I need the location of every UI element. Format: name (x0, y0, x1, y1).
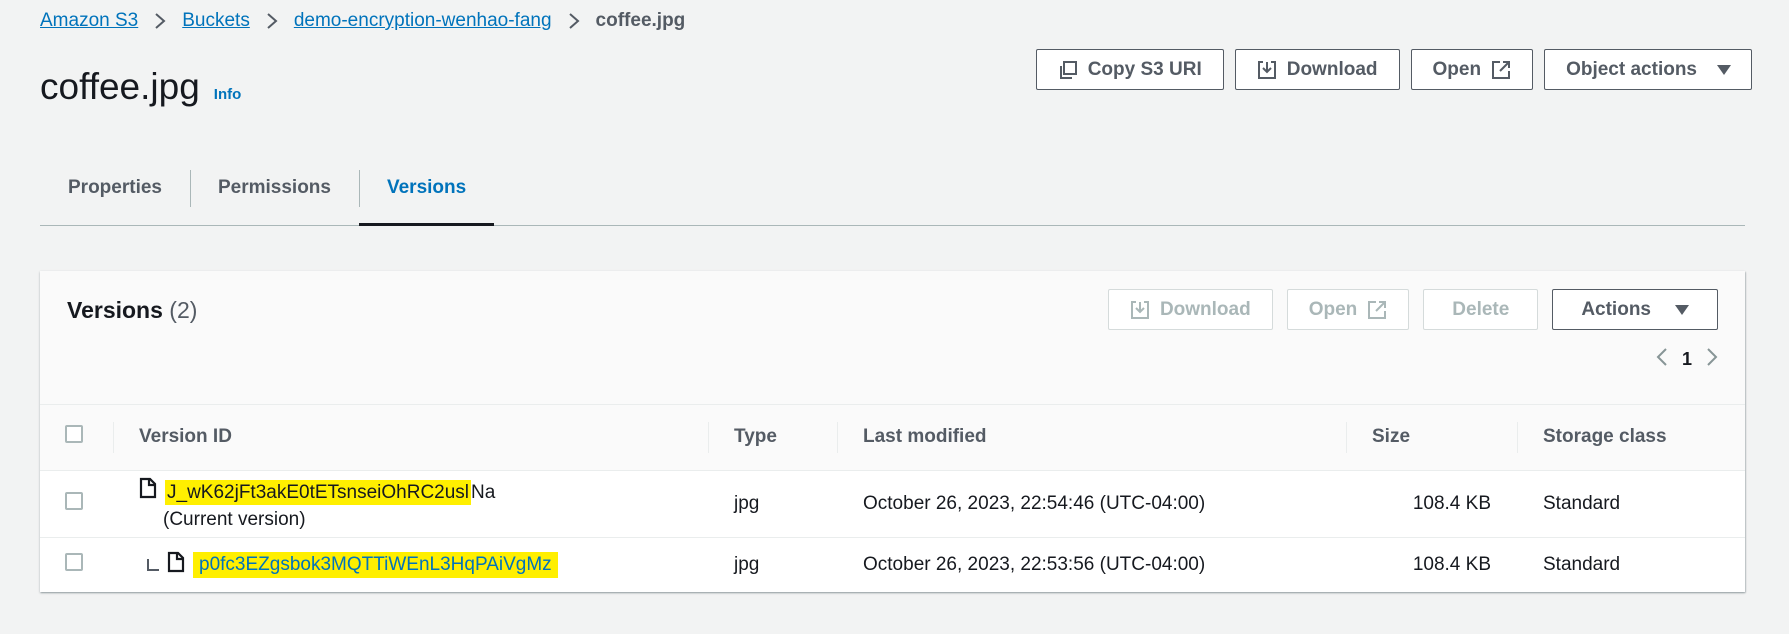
breadcrumb-current: coffee.jpg (595, 10, 686, 31)
breadcrumb: Amazon S3 Buckets demo-encryption-wenhao… (40, 10, 685, 32)
tab-permissions[interactable]: Permissions (189, 150, 359, 225)
row-select-cell (40, 537, 113, 592)
type-cell: jpg (734, 553, 760, 575)
column-header-type[interactable]: Type (708, 405, 837, 470)
current-page-number[interactable]: 1 (1682, 349, 1692, 370)
open-button[interactable]: Open (1410, 49, 1534, 90)
tree-connector-icon (147, 558, 159, 571)
versions-panel-header: Versions (2) Download Open Delete Action… (40, 271, 1745, 405)
select-all-cell (40, 405, 113, 470)
table-header-row: Version ID Type Last modified Size Stora… (40, 405, 1745, 470)
object-actions-button[interactable]: Object actions (1544, 49, 1752, 90)
caret-down-icon (1675, 304, 1689, 315)
row-checkbox[interactable] (65, 552, 83, 571)
row-select-cell (40, 470, 113, 537)
last-modified-cell: October 26, 2023, 22:54:46 (UTC-04:00) (863, 492, 1206, 514)
version-id-highlighted: J_wK62jFt3akE0tETsnseiOhRC2usl (165, 479, 472, 505)
table-row: p0fc3EZgsbok3MQTTiWEnL3HqPAiVgMz jpg Oct… (40, 537, 1745, 592)
version-open-button[interactable]: Open (1286, 289, 1410, 330)
version-id-cell: p0fc3EZgsbok3MQTTiWEnL3HqPAiVgMz (113, 537, 708, 592)
column-header-size[interactable]: Size (1346, 405, 1517, 470)
info-link[interactable]: Info (214, 86, 242, 103)
version-actions-label: Actions (1581, 298, 1651, 320)
version-delete-button[interactable]: Delete (1423, 289, 1539, 330)
versions-table: Version ID Type Last modified Size Stora… (40, 405, 1745, 592)
select-all-checkbox[interactable] (65, 425, 83, 444)
table-row: J_wK62jFt3akE0tETsnseiOhRC2usl Na (Curren… (40, 470, 1745, 537)
version-download-label: Download (1159, 298, 1251, 320)
version-id-rest: Na (471, 481, 496, 503)
object-tabs: Properties Permissions Versions (40, 150, 1745, 226)
file-icon (139, 477, 157, 505)
last-modified-cell: October 26, 2023, 22:53:56 (UTC-04:00) (863, 553, 1206, 575)
version-download-button[interactable]: Download (1107, 289, 1273, 330)
chevron-left-icon[interactable] (1656, 347, 1668, 372)
external-link-icon (1491, 60, 1511, 80)
versions-heading: Versions (2) (67, 297, 197, 324)
storage-class-cell: Standard (1543, 492, 1621, 514)
chevron-right-icon (568, 12, 580, 30)
chevron-right-icon (154, 12, 166, 30)
download-label: Download (1286, 58, 1378, 80)
file-icon (167, 551, 185, 579)
tab-versions[interactable]: Versions (358, 150, 495, 226)
column-header-last-modified[interactable]: Last modified (837, 405, 1346, 470)
version-id-cell: J_wK62jFt3akE0tETsnseiOhRC2usl Na (Curren… (113, 470, 708, 537)
open-label: Open (1432, 58, 1482, 80)
chevron-right-icon (266, 12, 278, 30)
object-toolbar: Copy S3 URI Download Open Object actions (1035, 49, 1752, 90)
versions-panel: Versions (2) Download Open Delete Action… (40, 271, 1745, 592)
type-cell: jpg (734, 492, 760, 514)
version-id-link[interactable]: p0fc3EZgsbok3MQTTiWEnL3HqPAiVgMz (193, 551, 558, 578)
caret-down-icon (1717, 64, 1731, 75)
breadcrumb-bucket-link[interactable]: demo-encryption-wenhao-fang (294, 10, 552, 32)
column-header-version-id[interactable]: Version ID (113, 405, 708, 470)
version-id-link[interactable]: J_wK62jFt3akE0tETsnseiOhRC2usl Na (165, 479, 496, 505)
page-title: coffee.jpg (40, 66, 200, 107)
pagination: 1 (1656, 347, 1718, 372)
size-cell: 108.4 KB (1412, 553, 1491, 575)
version-delete-label: Delete (1452, 298, 1510, 320)
versions-title: Versions (67, 297, 163, 323)
breadcrumb-buckets-link[interactable]: Buckets (182, 10, 250, 32)
version-open-label: Open (1308, 298, 1358, 320)
download-icon (1257, 60, 1277, 80)
row-checkbox[interactable] (65, 491, 83, 510)
size-cell: 108.4 KB (1412, 492, 1491, 514)
page-header: coffee.jpg Info (40, 66, 241, 108)
tab-properties[interactable]: Properties (40, 150, 190, 225)
copy-s3-uri-label: Copy S3 URI (1087, 58, 1202, 80)
copy-s3-uri-button[interactable]: Copy S3 URI (1035, 49, 1224, 90)
breadcrumb-amazon-s3-link[interactable]: Amazon S3 (40, 10, 138, 32)
column-header-storage-class[interactable]: Storage class (1517, 405, 1745, 470)
external-link-icon (1367, 300, 1387, 320)
version-actions-button[interactable]: Actions (1552, 289, 1718, 330)
download-icon (1130, 300, 1150, 320)
download-button[interactable]: Download (1234, 49, 1400, 90)
chevron-right-icon[interactable] (1706, 347, 1718, 372)
versions-count: (2) (169, 297, 198, 323)
current-version-label: (Current version) (163, 508, 306, 530)
versions-toolbar: Download Open Delete Actions (1107, 289, 1718, 330)
object-actions-label: Object actions (1566, 58, 1697, 80)
copy-icon (1058, 60, 1078, 80)
storage-class-cell: Standard (1543, 553, 1621, 575)
